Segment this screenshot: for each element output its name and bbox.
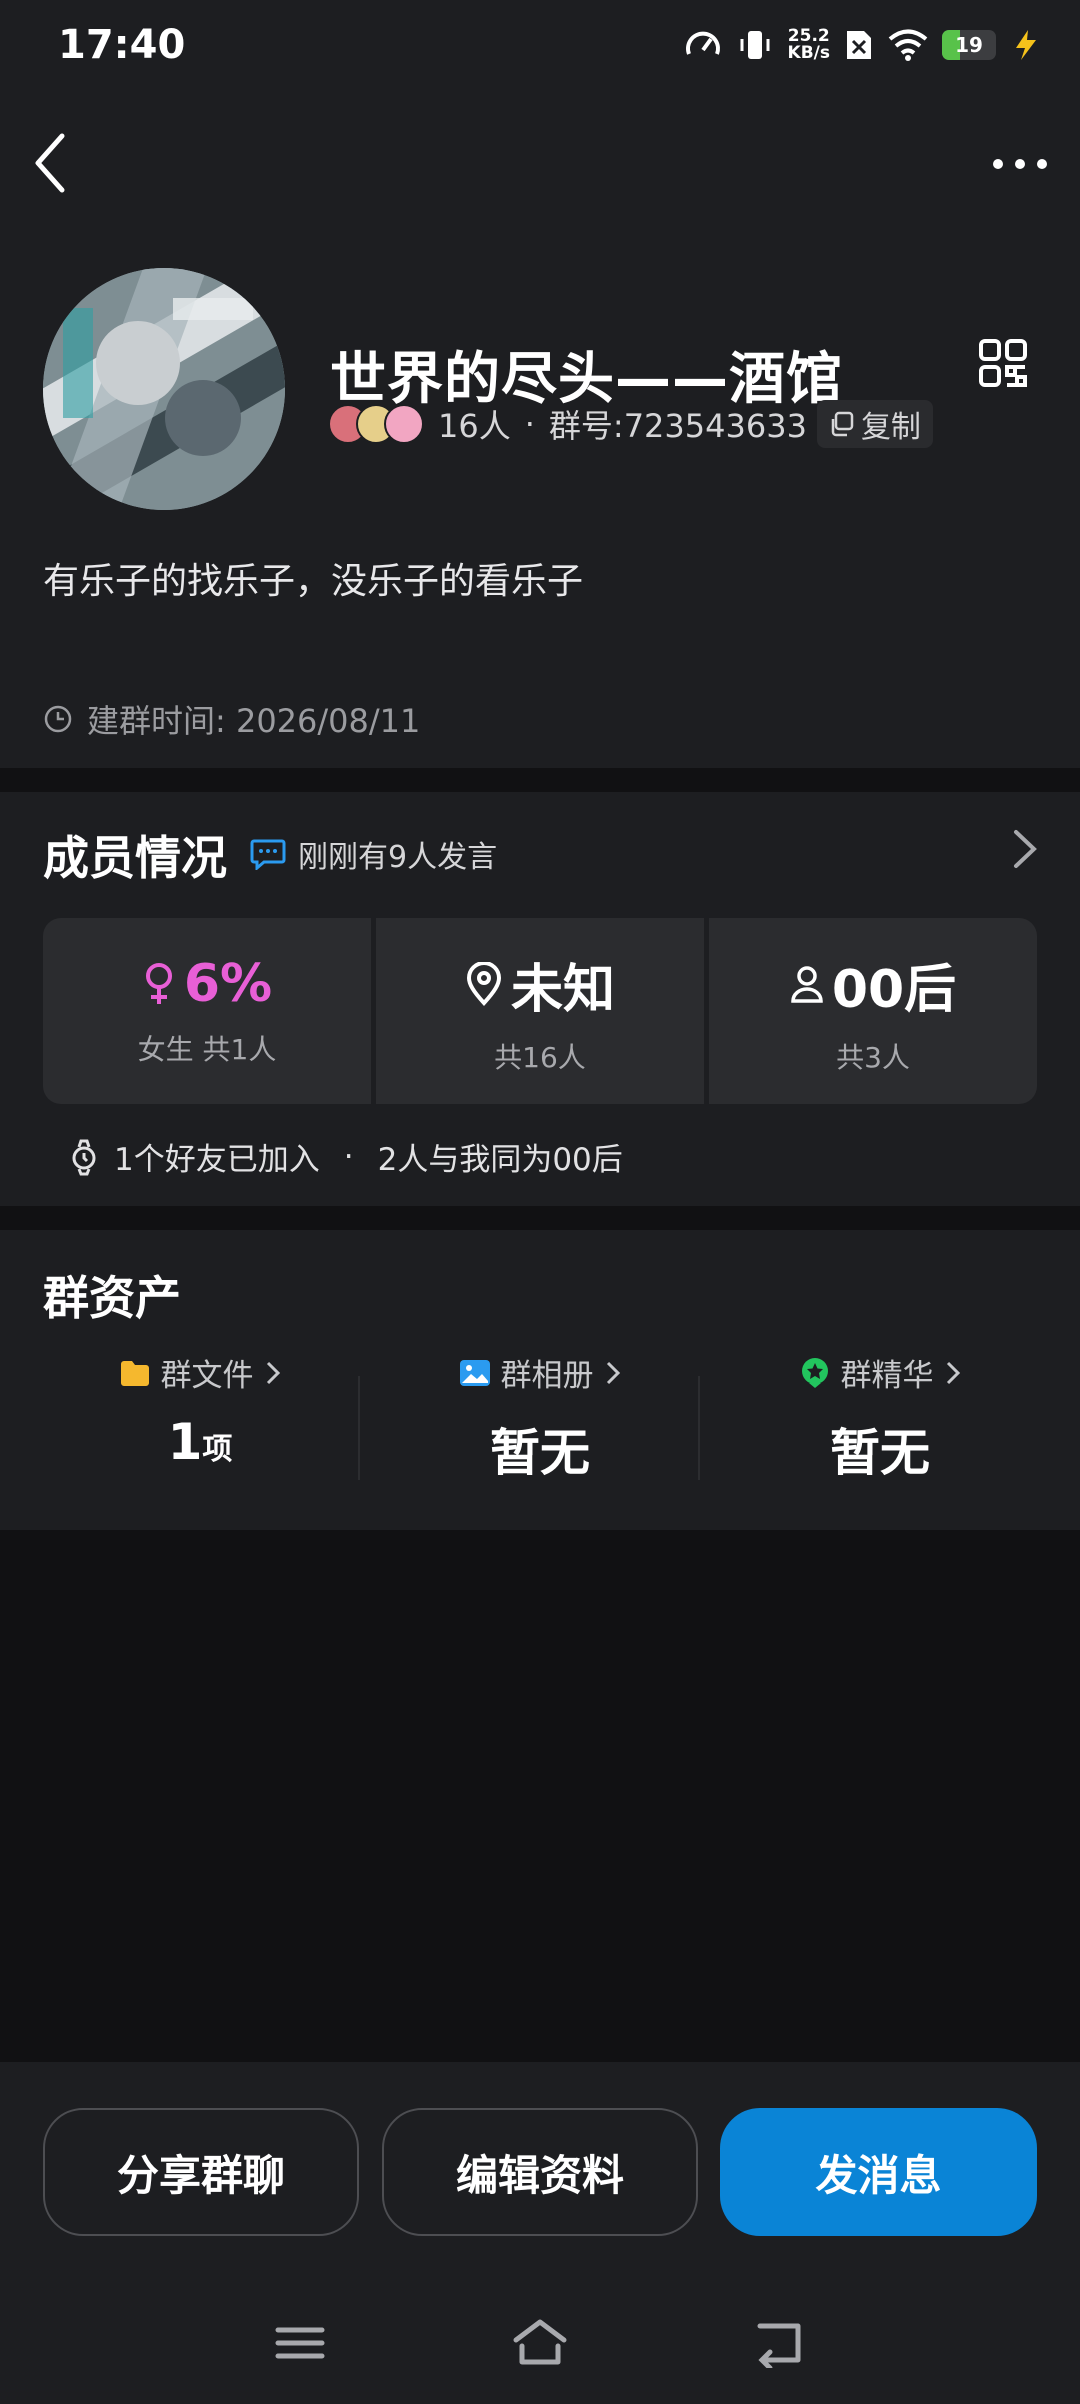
- nav-back-button[interactable]: [750, 2318, 810, 2371]
- return-icon: [757, 2323, 801, 2371]
- members-chevron[interactable]: [1008, 826, 1042, 872]
- copy-icon: [831, 411, 854, 437]
- status-icons: 25.2 KB/s 19: [684, 26, 1042, 64]
- asset-essence-label: 群精华: [840, 1358, 934, 1394]
- more-button[interactable]: [990, 140, 1050, 180]
- stat-age-label: 共3人: [836, 1040, 910, 1074]
- qr-code-icon: [979, 339, 1027, 387]
- chevron-right-icon: [266, 1361, 280, 1384]
- back-arrow-icon: [35, 133, 65, 193]
- asset-files-value: 1项: [167, 1413, 233, 1471]
- stat-gender-value: 6%: [183, 954, 273, 1014]
- vibrate-icon: [740, 31, 770, 59]
- created-date-text: 建群时间: 2026/08/11: [87, 702, 421, 740]
- qr-code-button[interactable]: [978, 338, 1028, 388]
- members-title[interactable]: 成员情况: [43, 822, 227, 888]
- stat-gender-label: 女生 共1人: [137, 1033, 277, 1066]
- status-time: 17:40: [58, 22, 186, 68]
- star-icon: [801, 1357, 828, 1388]
- wifi-icon: [888, 29, 928, 61]
- asset-files[interactable]: 群文件 1项: [30, 1350, 370, 1471]
- recent-speak: 刚刚有9人发言: [250, 832, 497, 876]
- asset-files-label: 群文件: [160, 1358, 254, 1394]
- back-button[interactable]: [28, 128, 78, 198]
- female-icon: [145, 963, 172, 1004]
- watch-icon: [72, 1139, 96, 1175]
- stat-location[interactable]: 未知 共16人: [376, 918, 704, 1104]
- friend-row-dot: ·: [343, 1138, 354, 1175]
- same-age-text: 2人与我同为00后: [377, 1142, 623, 1178]
- group-description: 有乐子的找乐子，没乐子的看乐子: [43, 561, 584, 602]
- chat-bubble-icon: [250, 839, 286, 870]
- chevron-right-icon: [1014, 830, 1037, 868]
- share-group-button[interactable]: 分享群聊: [43, 2108, 359, 2236]
- charging-icon: [1016, 30, 1036, 60]
- asset-album[interactable]: 群相册 暂无: [370, 1350, 710, 1485]
- stat-location-label: 共16人: [494, 1040, 586, 1074]
- nav-home-button[interactable]: [510, 2318, 570, 2368]
- asset-essence-value: 暂无: [830, 1424, 930, 1482]
- asset-album-value: 暂无: [490, 1424, 590, 1482]
- copy-label: 复制: [860, 410, 921, 445]
- avatar-image: [43, 268, 285, 510]
- friend-info-row: 1个好友已加入 · 2人与我同为00后: [68, 1134, 623, 1179]
- asset-divider: [358, 1376, 360, 1480]
- person-icon: [791, 966, 823, 1003]
- group-id: 群号:723543633: [548, 407, 807, 445]
- chevron-right-icon: [606, 1361, 620, 1384]
- battery-indicator: 19: [942, 30, 996, 60]
- group-meta-row: 16人 · 群号:723543633 复制: [328, 400, 933, 448]
- asset-divider: [698, 1376, 700, 1480]
- folder-icon: [120, 1360, 149, 1386]
- home-icon: [513, 2319, 567, 2365]
- stat-age[interactable]: 00后 共3人: [709, 918, 1037, 1104]
- meta-separator: ·: [524, 405, 535, 443]
- menu-icon: [275, 2327, 325, 2359]
- asset-album-label: 群相册: [500, 1358, 594, 1394]
- chevron-right-icon: [946, 1361, 960, 1384]
- edit-profile-button[interactable]: 编辑资料: [382, 2108, 698, 2236]
- speed-gauge-icon: [685, 31, 720, 55]
- photo-icon: [459, 1359, 490, 1386]
- asset-essence[interactable]: 群精华 暂无: [710, 1350, 1050, 1485]
- recent-speak-text: 刚刚有9人发言: [298, 840, 498, 875]
- copy-button[interactable]: 复制: [816, 400, 933, 448]
- stat-gender[interactable]: 6% 女生 共1人: [43, 918, 371, 1104]
- stat-location-value: 未知: [510, 959, 615, 1020]
- location-icon: [466, 962, 501, 1006]
- stat-age-value: 00后: [831, 959, 957, 1020]
- more-dots-icon: [993, 159, 1047, 169]
- member-avatars[interactable]: [328, 404, 424, 444]
- member-avatar: [384, 404, 424, 444]
- net-speed: 25.2 KB/s: [787, 26, 830, 63]
- clock-icon: [44, 705, 72, 733]
- member-count: 16人: [438, 407, 511, 445]
- friend-joined-text: 1个好友已加入: [114, 1142, 320, 1178]
- group-avatar[interactable]: [43, 268, 285, 510]
- send-message-button[interactable]: 发消息: [720, 2108, 1037, 2236]
- created-date: 建群时间: 2026/08/11: [43, 696, 420, 742]
- no-sim-icon: [847, 31, 871, 59]
- assets-title: 群资产: [43, 1271, 181, 1325]
- nav-menu-button[interactable]: [270, 2318, 330, 2368]
